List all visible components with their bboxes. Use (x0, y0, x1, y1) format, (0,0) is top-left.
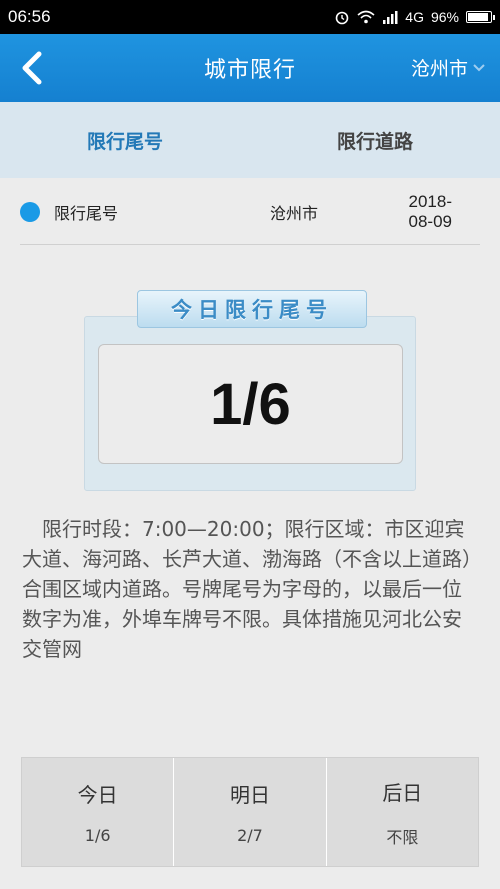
day-value: 2/7 (237, 826, 263, 845)
status-dot-icon (20, 202, 40, 222)
day-name: 明日 (229, 783, 270, 807)
info-row: 限行尾号 沧州市 2018-08-09 (20, 192, 480, 231)
app-bar: 城市限行 沧州市 (0, 34, 500, 102)
status-bar: 06:56 4G 96% (0, 0, 500, 34)
day-after-tomorrow[interactable]: 后日 不限 (327, 758, 478, 866)
info-label: 限行尾号 (54, 204, 119, 223)
battery-icon (466, 11, 495, 23)
divider (20, 244, 480, 245)
city-selector-label: 沧州市 (410, 58, 468, 80)
restriction-description: 限行时段：7:00—20:00；限行区域：市区迎宾大道、海河路、长芦大道、渤海路… (22, 517, 472, 661)
battery-percent: 96% (430, 9, 459, 25)
restriction-number: 1/6 (210, 371, 291, 437)
tab-restricted-number[interactable]: 限行尾号 (0, 102, 250, 178)
chevron-left-icon (22, 51, 42, 85)
restriction-number-box: 1/6 (98, 344, 403, 464)
alarm-icon (335, 11, 349, 25)
page-title: 城市限行 (203, 58, 296, 83)
info-city: 沧州市 (269, 204, 318, 223)
wifi-icon (357, 10, 375, 24)
day-name: 后日 (382, 780, 423, 805)
tab-bar: 限行尾号 限行道路 (0, 102, 500, 178)
chevron-down-icon (473, 63, 485, 71)
day-tomorrow[interactable]: 明日 2/7 (174, 758, 327, 866)
day-value: 1/6 (84, 826, 111, 845)
day-name: 今日 (77, 783, 118, 807)
status-icons: 4G 96% (334, 9, 495, 25)
status-time: 06:56 (8, 7, 51, 26)
back-button[interactable] (12, 48, 52, 88)
day-value: 不限 (386, 827, 419, 847)
day-today[interactable]: 今日 1/6 (22, 758, 175, 866)
tab-restricted-roads[interactable]: 限行道路 (250, 102, 500, 178)
signal-icon (383, 11, 398, 24)
network-type: 4G (405, 9, 424, 25)
city-selector[interactable]: 沧州市 (411, 54, 486, 81)
day-selector: 今日 1/6 明日 2/7 后日 不限 (21, 757, 479, 867)
card-header: 今日限行尾号 (137, 290, 367, 328)
info-date: 2018-08-09 (408, 192, 452, 231)
